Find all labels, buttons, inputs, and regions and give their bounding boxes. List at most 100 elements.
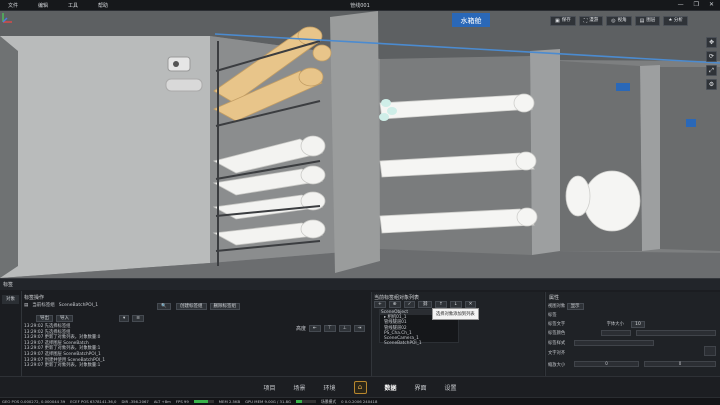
tunnel-scene: 水箱舱 <box>0 11 720 278</box>
link-icon[interactable]: ⛓ <box>418 300 433 308</box>
viewport-button-roam[interactable]: ⛶ 漫游 <box>578 16 604 26</box>
check-icon[interactable]: ✓ <box>403 300 416 308</box>
settings-icon[interactable]: ⚙ <box>706 79 717 90</box>
align-right-icon[interactable]: ⇥ <box>353 325 366 332</box>
tooltip: 选择对象添加到列表 <box>432 308 479 320</box>
scene-mode: 场景模式 <box>320 398 337 404</box>
align-left-icon[interactable]: ⇤ <box>309 325 321 332</box>
bottom-navigation: 项目 场景 环境 ⌂ 数据 界面 设置 <box>0 376 720 397</box>
zoom-icon[interactable]: ⤢ <box>706 65 717 76</box>
viewport-button-view[interactable]: ◎ 视角 <box>606 16 632 26</box>
window-controls: — ❐ ✕ <box>678 1 714 8</box>
log-output: 13:29:02 先选择标签组 13:29:02 先选择标签组 13:29:07… <box>24 324 144 369</box>
scale-field-b[interactable]: 0 <box>644 361 716 367</box>
current-group-value: SceneBatchPOI_1 <box>58 302 99 308</box>
delete-icon[interactable]: ✕ <box>464 300 477 308</box>
left-sidebar: 对象 <box>0 291 22 376</box>
axis-gizmo-icon <box>2 13 12 23</box>
altitude: ALT +8m <box>153 399 171 404</box>
pillar <box>330 11 380 273</box>
import-button[interactable]: 导入 <box>56 315 73 322</box>
view-icon: ◎ <box>611 18 616 24</box>
io-buttons: 导出 导入 <box>36 315 73 322</box>
export-button[interactable]: 导出 <box>36 315 53 322</box>
prop-label-color: 标签颜色 <box>548 331 566 336</box>
nav-interface[interactable]: 界面 <box>415 383 427 392</box>
color-field[interactable] <box>601 330 631 336</box>
up-icon[interactable]: ↑ <box>435 300 447 308</box>
nav-project[interactable]: 项目 <box>263 383 275 392</box>
viewport-button-layer[interactable]: ▤ 图层 <box>634 16 661 26</box>
tool-row: ▾ ≡ <box>119 315 145 322</box>
layer-icon: ▤ <box>639 18 645 24</box>
align-top-icon[interactable]: ⊤ <box>323 325 336 332</box>
delete-group-button[interactable]: 删除标签组 <box>209 303 240 310</box>
option-dropdown[interactable]: ▾ <box>119 315 130 322</box>
show-toggle[interactable]: 显示 <box>566 303 584 310</box>
fps-bar <box>193 400 214 403</box>
scene-icon: ⛶ <box>583 18 588 24</box>
left-wall <box>0 36 210 278</box>
sign-label: 水箱舱 <box>461 16 482 25</box>
status-bar: GEO POS 0.000272, 0.000044 39 ECEF POS 6… <box>0 397 720 405</box>
add-icon[interactable]: + <box>374 300 386 308</box>
3d-viewport[interactable]: 水箱舱 ▣ 保存 ⛶ 漫游 ◎ 视角 ▤ 图层 ★ 分析 ✥ ⟳ ⤢ ⚙ <box>0 11 720 278</box>
home-icon[interactable]: ⌂ <box>353 381 367 394</box>
nav-data[interactable]: 数据 <box>385 383 397 392</box>
style-dropdown[interactable] <box>574 340 654 346</box>
geo-pos: GEO POS 0.000272, 0.000044 39 <box>2 399 66 404</box>
current-group-row: ▤ 当前标签组 SceneBatchPOI_1 <box>24 302 99 309</box>
nav-items: 项目 场景 环境 ⌂ 数据 界面 设置 <box>0 377 720 398</box>
pick-object-icon[interactable]: ⊕ <box>388 300 401 308</box>
nav-scene[interactable]: 场景 <box>293 383 305 392</box>
coords-readout: 0 0.0.2006 240418 <box>341 399 378 404</box>
close-icon[interactable]: ✕ <box>709 1 714 8</box>
move-icon[interactable]: ✥ <box>706 37 717 48</box>
prop-text-align: 文字对齐 <box>548 351 566 356</box>
save-icon: ▣ <box>555 18 560 24</box>
memory: MEM 2.5KB <box>218 399 241 404</box>
viewport-button-save[interactable]: ▣ 保存 <box>550 16 576 26</box>
tag-icon: ▤ <box>24 302 29 308</box>
gpu-memory: GPU MEM 9.00G / 31.8G <box>245 399 291 404</box>
viewport-button-analyze[interactable]: ★ 分析 <box>663 16 688 26</box>
maximize-icon[interactable]: ❐ <box>694 1 699 8</box>
edit-tools: 高度 ⇤ ⊤ ⊥ ⇥ <box>296 325 366 332</box>
label-operation-panel: 标签操作 ▤ 当前标签组 SceneBatchPOI_1 🔍 创建标签组 删除标… <box>24 294 369 376</box>
list-item[interactable]: SceneBatchPOI_1 <box>380 341 458 346</box>
prop-label-text: 标签文字 字体大小 10 <box>548 321 645 328</box>
down-icon[interactable]: ↓ <box>449 300 462 308</box>
panel-title: 标签操作 <box>24 295 45 301</box>
group-buttons: 创建标签组 删除标签组 <box>176 303 240 310</box>
direction: DIR -356.2067 <box>121 399 149 404</box>
minimize-icon[interactable]: — <box>678 1 684 8</box>
scale-field-a[interactable]: 0 <box>574 361 639 367</box>
title-bar: 文件 编辑 工具 帮助 管线001 — ❐ ✕ <box>0 0 720 11</box>
tab-labels[interactable]: 标签 <box>3 281 23 289</box>
prop-label: 标签 <box>548 313 557 318</box>
viewport-side-tools: ✥ ⟳ ⤢ ⚙ <box>706 37 717 90</box>
font-size-field[interactable]: 10 <box>631 321 645 328</box>
current-group-label: 当前标签组 <box>32 303 55 308</box>
color-slider[interactable] <box>636 330 716 336</box>
window-title: 管线001 <box>350 3 370 9</box>
rotate-icon[interactable]: ⟳ <box>706 51 717 62</box>
align-bottom-icon[interactable]: ⊥ <box>338 325 351 332</box>
font-size-label: 字体大小 <box>606 322 624 327</box>
log-line: 13:29:07 更新了对象列表，对象数量:1 <box>24 363 101 369</box>
list-icon[interactable]: ≡ <box>132 315 145 322</box>
search-icon[interactable]: 🔍 <box>157 303 171 310</box>
prop-label-style: 标签样式 <box>548 341 566 346</box>
scene-object-panel: 当前标签组对象列表 + ⊕ ✓ ⛓ ↑ ↓ ✕ SceneObject ▸ 相机… <box>371 292 544 376</box>
nav-environment[interactable]: 环境 <box>323 383 335 392</box>
image-picker-icon[interactable] <box>704 346 716 356</box>
ecef-pos: ECEF POS 6378141.36,0 <box>70 399 117 404</box>
create-group-button[interactable]: 创建标签组 <box>176 303 207 310</box>
tab-objects[interactable]: 对象 <box>2 295 19 304</box>
gpu-bar <box>295 400 316 403</box>
nav-settings[interactable]: 设置 <box>445 383 457 392</box>
prop-view-object: 视图对象 显示 <box>548 303 584 310</box>
fps: FPS 99 <box>175 399 189 404</box>
viewport-toolbar: ▣ 保存 ⛶ 漫游 ◎ 视角 ▤ 图层 ★ 分析 <box>550 16 688 26</box>
scene-toolbar: + ⊕ ✓ ⛓ ↑ ↓ ✕ <box>374 300 542 308</box>
